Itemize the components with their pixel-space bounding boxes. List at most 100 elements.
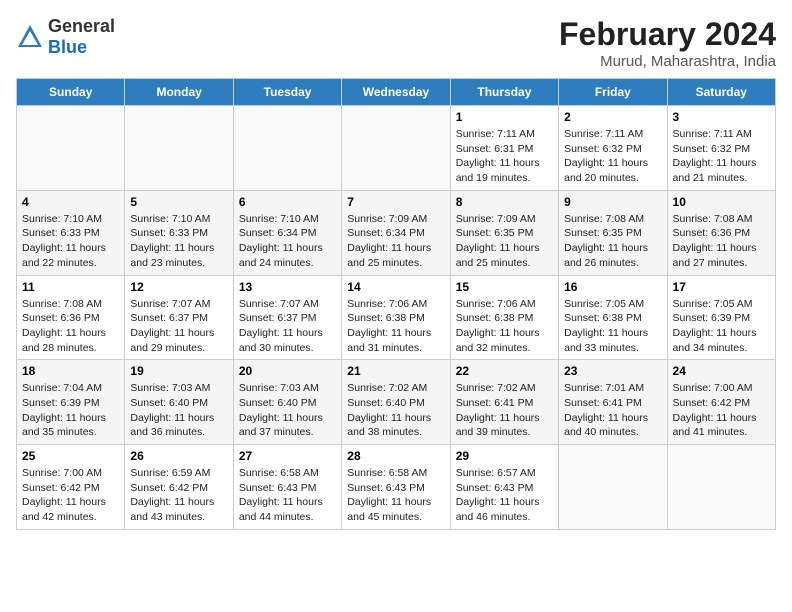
cell-day-info: Sunrise: 7:01 AM Sunset: 6:41 PM Dayligh… (564, 381, 661, 440)
logo-icon (16, 23, 44, 51)
cell-day-info: Sunrise: 7:08 AM Sunset: 6:36 PM Dayligh… (22, 297, 119, 356)
calendar-cell: 8 Sunrise: 7:09 AM Sunset: 6:35 PM Daylig… (450, 190, 558, 275)
cell-day-number: 11 (22, 280, 119, 294)
cell-day-number: 24 (673, 364, 770, 378)
cell-day-info: Sunrise: 7:03 AM Sunset: 6:40 PM Dayligh… (239, 381, 336, 440)
cell-day-number: 13 (239, 280, 336, 294)
calendar-week-row: 4 Sunrise: 7:10 AM Sunset: 6:33 PM Daylig… (17, 190, 776, 275)
cell-day-number: 26 (130, 449, 227, 463)
logo-text-general: General (48, 16, 115, 36)
cell-day-info: Sunrise: 7:04 AM Sunset: 6:39 PM Dayligh… (22, 381, 119, 440)
cell-day-info: Sunrise: 7:08 AM Sunset: 6:36 PM Dayligh… (673, 212, 770, 271)
cell-day-number: 27 (239, 449, 336, 463)
cell-day-number: 10 (673, 195, 770, 209)
calendar-header-day: Friday (559, 79, 667, 106)
cell-day-number: 4 (22, 195, 119, 209)
cell-day-info: Sunrise: 7:05 AM Sunset: 6:39 PM Dayligh… (673, 297, 770, 356)
calendar-cell: 18 Sunrise: 7:04 AM Sunset: 6:39 PM Dayli… (17, 360, 125, 445)
calendar-cell: 12 Sunrise: 7:07 AM Sunset: 6:37 PM Dayli… (125, 275, 233, 360)
calendar-cell: 4 Sunrise: 7:10 AM Sunset: 6:33 PM Daylig… (17, 190, 125, 275)
cell-day-info: Sunrise: 7:03 AM Sunset: 6:40 PM Dayligh… (130, 381, 227, 440)
calendar-header-day: Tuesday (233, 79, 341, 106)
calendar-week-row: 25Sunrise: 7:00 AM Sunset: 6:42 PM Dayli… (17, 445, 776, 530)
cell-day-info: Sunrise: 7:00 AM Sunset: 6:42 PM Dayligh… (673, 381, 770, 440)
calendar-cell: 9Sunrise: 7:08 AM Sunset: 6:35 PM Daylig… (559, 190, 667, 275)
calendar-cell: 10 Sunrise: 7:08 AM Sunset: 6:36 PM Dayli… (667, 190, 775, 275)
logo-text-blue: Blue (48, 37, 87, 57)
calendar-cell: 23 Sunrise: 7:01 AM Sunset: 6:41 PM Dayli… (559, 360, 667, 445)
calendar-cell: 13 Sunrise: 7:07 AM Sunset: 6:37 PM Dayli… (233, 275, 341, 360)
cell-day-number: 29 (456, 449, 553, 463)
calendar-body: 1 Sunrise: 7:11 AM Sunset: 6:31 PM Daylig… (17, 106, 776, 530)
cell-day-number: 2 (564, 110, 661, 124)
calendar-header-day: Wednesday (342, 79, 450, 106)
cell-day-info: Sunrise: 7:11 AM Sunset: 6:32 PM Dayligh… (564, 127, 661, 186)
cell-day-info: Sunrise: 7:10 AM Sunset: 6:33 PM Dayligh… (22, 212, 119, 271)
calendar-cell: 5Sunrise: 7:10 AM Sunset: 6:33 PM Daylig… (125, 190, 233, 275)
calendar-cell: 28Sunrise: 6:58 AM Sunset: 6:43 PM Dayli… (342, 445, 450, 530)
cell-day-info: Sunrise: 7:02 AM Sunset: 6:40 PM Dayligh… (347, 381, 444, 440)
cell-day-info: Sunrise: 7:07 AM Sunset: 6:37 PM Dayligh… (130, 297, 227, 356)
calendar-cell (342, 106, 450, 191)
cell-day-number: 18 (22, 364, 119, 378)
calendar-cell: 14 Sunrise: 7:06 AM Sunset: 6:38 PM Dayli… (342, 275, 450, 360)
calendar-cell: 16 Sunrise: 7:05 AM Sunset: 6:38 PM Dayli… (559, 275, 667, 360)
calendar-cell: 6 Sunrise: 7:10 AM Sunset: 6:34 PM Daylig… (233, 190, 341, 275)
cell-day-number: 21 (347, 364, 444, 378)
calendar-cell: 11 Sunrise: 7:08 AM Sunset: 6:36 PM Dayli… (17, 275, 125, 360)
calendar-cell: 24 Sunrise: 7:00 AM Sunset: 6:42 PM Dayli… (667, 360, 775, 445)
cell-day-info: Sunrise: 7:10 AM Sunset: 6:33 PM Dayligh… (130, 212, 227, 271)
cell-day-number: 3 (673, 110, 770, 124)
calendar-cell: 25Sunrise: 7:00 AM Sunset: 6:42 PM Dayli… (17, 445, 125, 530)
cell-day-info: Sunrise: 7:11 AM Sunset: 6:31 PM Dayligh… (456, 127, 553, 186)
calendar-week-row: 18 Sunrise: 7:04 AM Sunset: 6:39 PM Dayli… (17, 360, 776, 445)
calendar-cell: 27Sunrise: 6:58 AM Sunset: 6:43 PM Dayli… (233, 445, 341, 530)
cell-day-info: Sunrise: 7:05 AM Sunset: 6:38 PM Dayligh… (564, 297, 661, 356)
cell-day-number: 12 (130, 280, 227, 294)
main-title: February 2024 (559, 16, 776, 53)
calendar-cell: 19Sunrise: 7:03 AM Sunset: 6:40 PM Dayli… (125, 360, 233, 445)
cell-day-number: 23 (564, 364, 661, 378)
cell-day-number: 16 (564, 280, 661, 294)
cell-day-info: Sunrise: 6:58 AM Sunset: 6:43 PM Dayligh… (347, 466, 444, 525)
cell-day-number: 6 (239, 195, 336, 209)
calendar-header-day: Thursday (450, 79, 558, 106)
subtitle: Murud, Maharashtra, India (559, 53, 776, 70)
cell-day-info: Sunrise: 7:06 AM Sunset: 6:38 PM Dayligh… (347, 297, 444, 356)
cell-day-info: Sunrise: 7:08 AM Sunset: 6:35 PM Dayligh… (564, 212, 661, 271)
cell-day-info: Sunrise: 7:02 AM Sunset: 6:41 PM Dayligh… (456, 381, 553, 440)
cell-day-number: 22 (456, 364, 553, 378)
cell-day-info: Sunrise: 7:09 AM Sunset: 6:35 PM Dayligh… (456, 212, 553, 271)
cell-day-number: 25 (22, 449, 119, 463)
cell-day-number: 14 (347, 280, 444, 294)
calendar-header-day: Saturday (667, 79, 775, 106)
calendar-header-row: SundayMondayTuesdayWednesdayThursdayFrid… (17, 79, 776, 106)
cell-day-info: Sunrise: 7:06 AM Sunset: 6:38 PM Dayligh… (456, 297, 553, 356)
cell-day-info: Sunrise: 7:10 AM Sunset: 6:34 PM Dayligh… (239, 212, 336, 271)
header: General Blue February 2024 Murud, Mahara… (16, 16, 776, 70)
cell-day-number: 20 (239, 364, 336, 378)
calendar-cell: 26 Sunrise: 6:59 AM Sunset: 6:42 PM Dayli… (125, 445, 233, 530)
calendar-week-row: 11 Sunrise: 7:08 AM Sunset: 6:36 PM Dayli… (17, 275, 776, 360)
calendar-cell: 1 Sunrise: 7:11 AM Sunset: 6:31 PM Daylig… (450, 106, 558, 191)
cell-day-number: 8 (456, 195, 553, 209)
calendar-cell: 3Sunrise: 7:11 AM Sunset: 6:32 PM Daylig… (667, 106, 775, 191)
calendar-cell: 17Sunrise: 7:05 AM Sunset: 6:39 PM Dayli… (667, 275, 775, 360)
calendar-cell (17, 106, 125, 191)
calendar-cell: 20 Sunrise: 7:03 AM Sunset: 6:40 PM Dayli… (233, 360, 341, 445)
calendar-header-day: Sunday (17, 79, 125, 106)
cell-day-number: 1 (456, 110, 553, 124)
cell-day-info: Sunrise: 7:07 AM Sunset: 6:37 PM Dayligh… (239, 297, 336, 356)
calendar-week-row: 1 Sunrise: 7:11 AM Sunset: 6:31 PM Daylig… (17, 106, 776, 191)
calendar-header-day: Monday (125, 79, 233, 106)
cell-day-info: Sunrise: 6:57 AM Sunset: 6:43 PM Dayligh… (456, 466, 553, 525)
calendar-cell: 22 Sunrise: 7:02 AM Sunset: 6:41 PM Dayli… (450, 360, 558, 445)
calendar-cell (233, 106, 341, 191)
cell-day-info: Sunrise: 6:59 AM Sunset: 6:42 PM Dayligh… (130, 466, 227, 525)
calendar-cell (559, 445, 667, 530)
cell-day-number: 7 (347, 195, 444, 209)
calendar-cell: 2 Sunrise: 7:11 AM Sunset: 6:32 PM Daylig… (559, 106, 667, 191)
calendar-cell: 15Sunrise: 7:06 AM Sunset: 6:38 PM Dayli… (450, 275, 558, 360)
cell-day-info: Sunrise: 7:09 AM Sunset: 6:34 PM Dayligh… (347, 212, 444, 271)
calendar-cell: 29 Sunrise: 6:57 AM Sunset: 6:43 PM Dayli… (450, 445, 558, 530)
